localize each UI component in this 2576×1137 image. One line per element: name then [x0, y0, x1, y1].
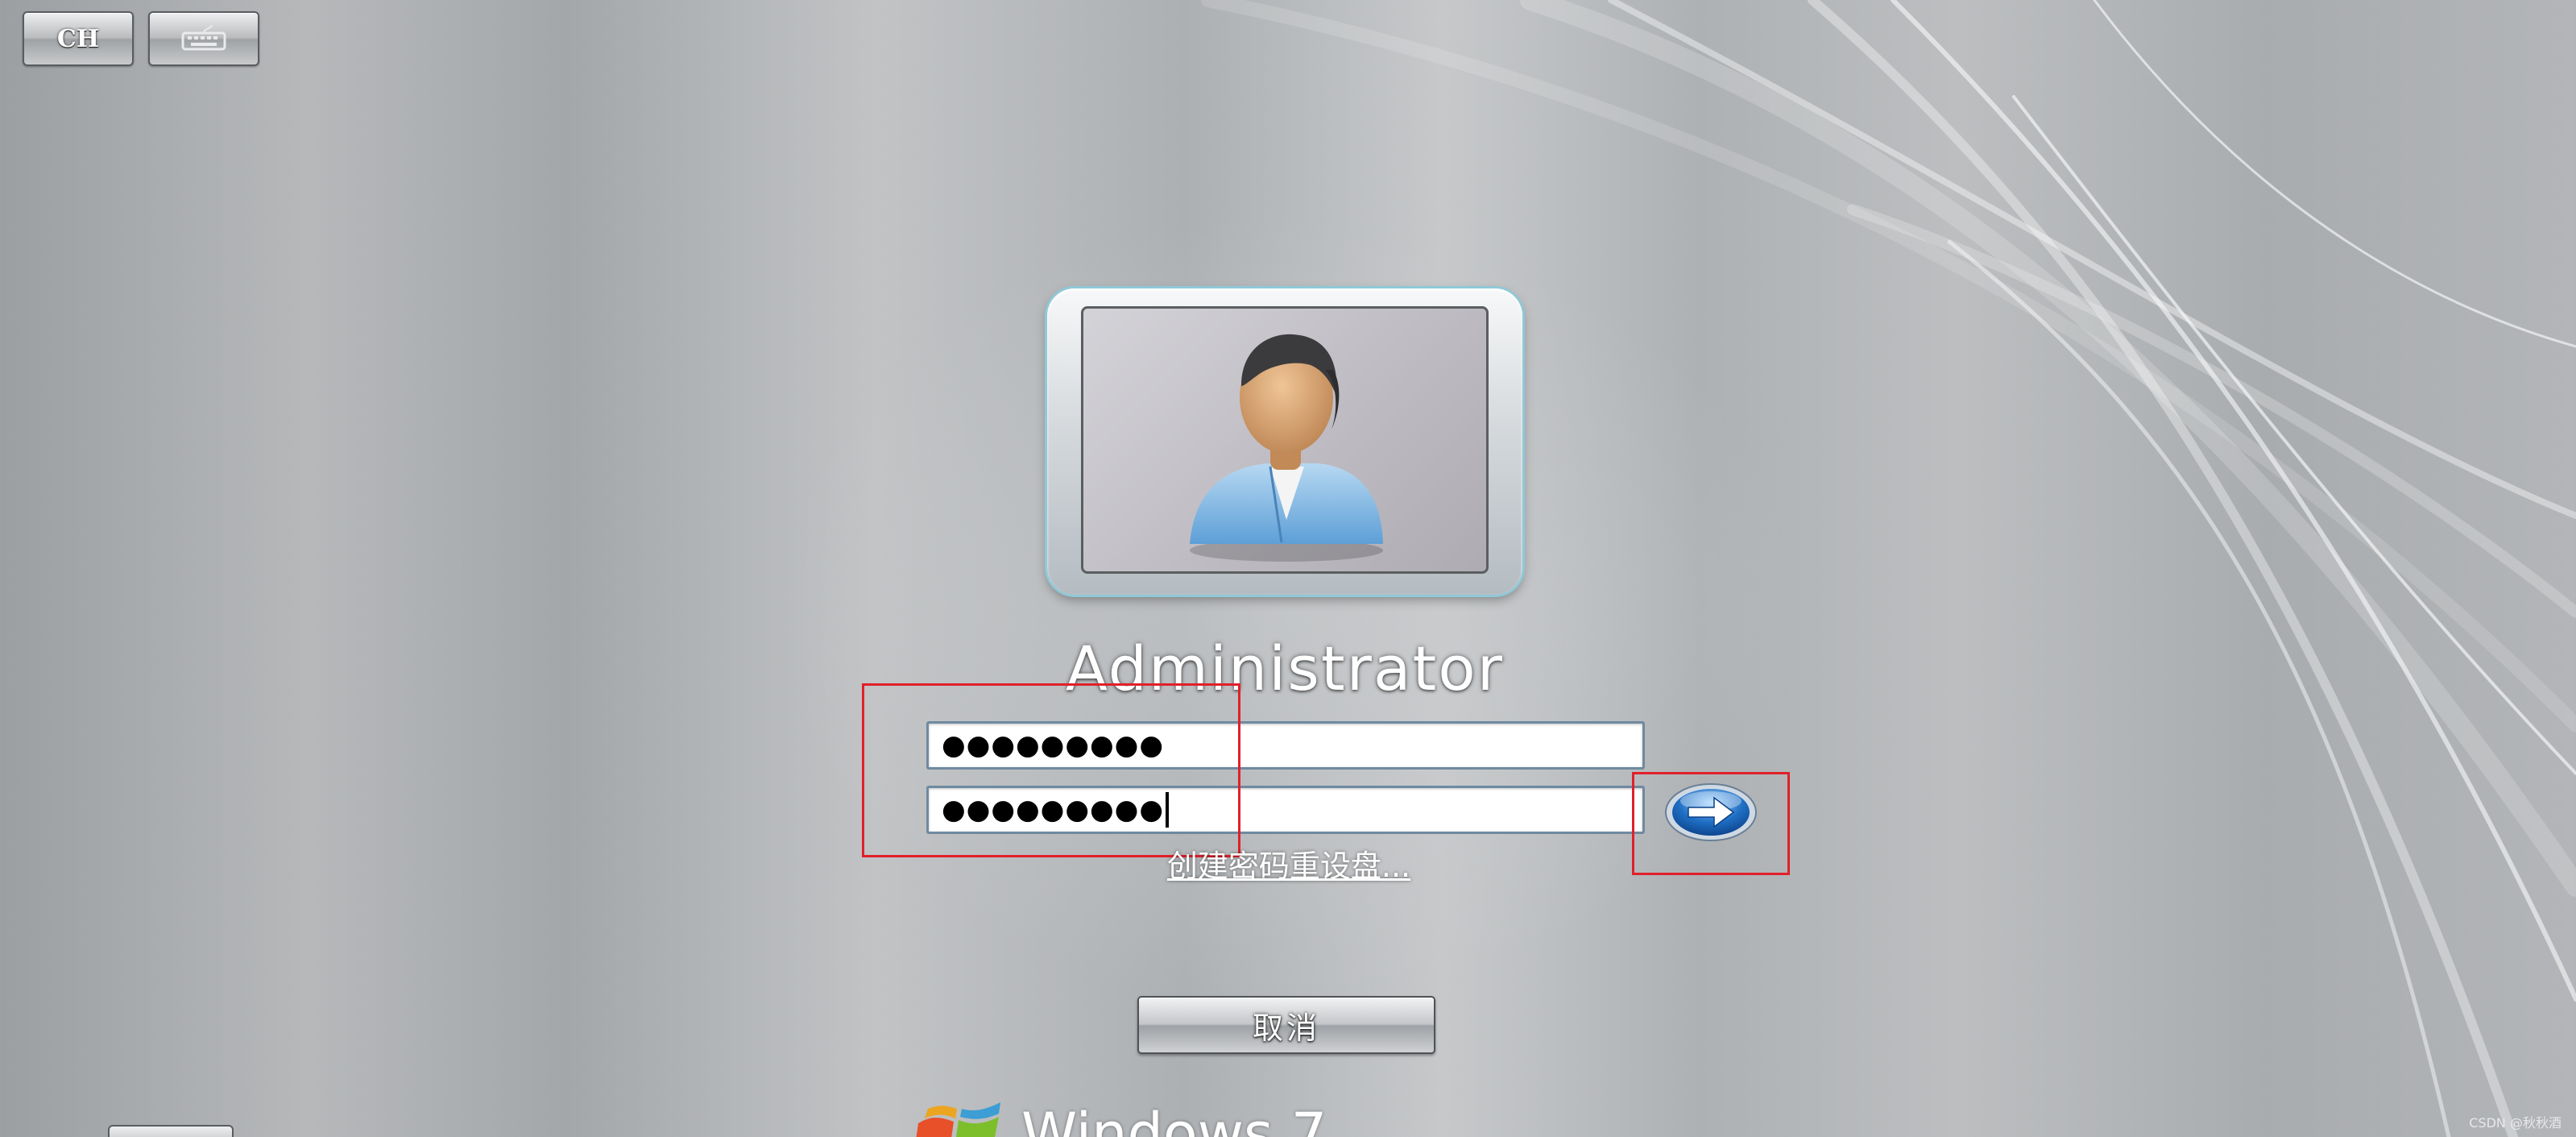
user-tile — [1081, 306, 1489, 574]
confirm-password-value: ●●●●●●●●● — [942, 794, 1165, 826]
windows-logo-icon — [916, 1102, 1000, 1137]
keyboard-icon — [181, 25, 226, 51]
cancel-button[interactable]: 取消 — [1137, 996, 1435, 1054]
new-password-field[interactable]: ●●●●●●●●● — [926, 721, 1645, 770]
username-label: Administrator — [1065, 633, 1505, 704]
text-cursor — [1166, 792, 1170, 828]
language-button[interactable]: CH — [23, 11, 134, 66]
windows-brand-text: Windows 7 — [1021, 1101, 1327, 1137]
new-password-value: ●●●●●●●●● — [942, 729, 1165, 761]
on-screen-keyboard-button[interactable] — [148, 11, 259, 66]
cancel-button-label: 取消 — [1252, 1010, 1320, 1046]
language-button-label: CH — [56, 24, 100, 53]
user-tile-frame — [1047, 288, 1522, 595]
confirm-password-field[interactable]: ●●●●●●●●● — [926, 786, 1645, 834]
user-avatar-icon — [1190, 334, 1383, 562]
arrow-right-icon — [1665, 783, 1757, 841]
ease-of-access-button[interactable] — [108, 1125, 234, 1137]
create-password-reset-disk-link[interactable]: 创建密码重设盘... — [1136, 841, 1442, 886]
submit-arrow-button[interactable] — [1664, 782, 1758, 843]
watermark-text: CSDN @秋秋酒 — [2469, 1115, 2562, 1131]
